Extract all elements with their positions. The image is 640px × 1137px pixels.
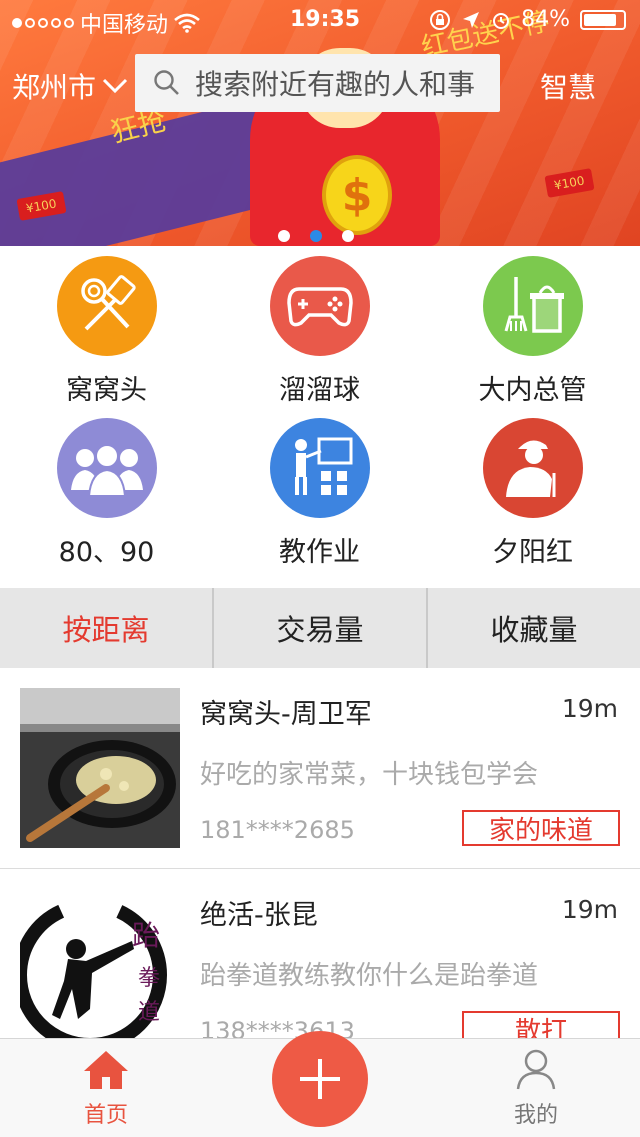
listing-title: 窝窝头-周卫军	[200, 699, 372, 730]
home-icon	[84, 1051, 128, 1089]
listing-tag[interactable]: 散打	[462, 1011, 620, 1038]
signal-icon	[12, 18, 74, 28]
tab-by-favorites[interactable]: 收藏量	[428, 588, 640, 668]
category-wowotou[interactable]: 窝窝头	[0, 256, 213, 407]
signal-dot	[38, 18, 48, 28]
category-label: 夕阳红	[492, 537, 573, 568]
category-circle	[56, 256, 157, 356]
svg-text:拳: 拳	[138, 966, 160, 991]
category-circle	[269, 418, 370, 518]
elder-icon	[505, 440, 555, 497]
listing-distance: 19m	[561, 895, 618, 924]
search-placeholder: 搜索附近有趣的人和事	[195, 68, 476, 101]
signal-dot	[51, 18, 61, 28]
banner-pagination	[278, 230, 354, 242]
alarm-icon	[493, 12, 510, 29]
status-left: 中国移动	[12, 7, 200, 39]
tab-home[interactable]: 首页	[70, 1049, 142, 1129]
category-80-90[interactable]: 80、90	[0, 418, 213, 569]
search-icon	[154, 70, 179, 95]
bottom-tab-bar: 首页 我的	[0, 1031, 640, 1137]
listing-description: 跆拳道教练教你什么是跆拳道	[200, 961, 539, 991]
battery-percent: 84%	[521, 7, 570, 32]
svg-text:道: 道	[138, 1000, 160, 1025]
smart-button[interactable]: 智慧	[540, 66, 596, 106]
tab-by-distance[interactable]: 按距离	[0, 588, 214, 668]
city-selector[interactable]: 郑州市	[12, 66, 128, 106]
category-label: 窝窝头	[66, 375, 147, 406]
status-right: 84%	[429, 7, 626, 32]
category-label: 溜溜球	[279, 375, 360, 406]
plus-icon	[300, 1059, 340, 1099]
pagination-dot[interactable]	[342, 230, 354, 242]
teacher-icon	[294, 437, 352, 495]
gamepad-icon	[286, 287, 353, 327]
search-bar[interactable]: 搜索附近有趣的人和事	[135, 54, 500, 112]
category-circle	[482, 256, 583, 356]
listing-list: 窝窝头-周卫军 19m 好吃的家常菜，十块钱包学会 181****2685 家的…	[0, 668, 640, 1038]
listing-distance: 19m	[561, 694, 618, 723]
listing-phone: 181****2685	[200, 816, 355, 844]
cooking-tools-icon	[80, 275, 136, 331]
wifi-icon	[174, 13, 200, 33]
chevron-down-icon	[102, 78, 128, 94]
status-time: 19:35	[290, 7, 361, 32]
carrier-label: 中国移动	[80, 13, 169, 38]
category-liuliuqiu[interactable]: 溜溜球	[213, 256, 426, 407]
listing-thumbnail: 跆 拳 道	[20, 889, 180, 1038]
category-label: 教作业	[279, 537, 360, 568]
category-jiao-zuoye[interactable]: 教作业	[213, 418, 426, 569]
tab-home-label: 首页	[83, 1103, 128, 1128]
battery-fill	[584, 13, 616, 26]
tab-me-label: 我的	[513, 1103, 558, 1128]
category-label: 80、90	[58, 537, 155, 568]
list-item[interactable]: 跆 拳 道 绝活-张昆 19m 跆拳道教练教你什么是跆拳道 138****361…	[0, 869, 640, 1038]
listing-title: 绝活-张昆	[200, 900, 318, 931]
signal-dot	[12, 18, 22, 28]
cleaning-icon	[504, 277, 564, 333]
category-circle	[482, 418, 583, 518]
category-circle	[56, 418, 157, 518]
listing-tag[interactable]: 家的味道	[462, 810, 620, 846]
tab-by-volume[interactable]: 交易量	[214, 588, 428, 668]
listing-description: 好吃的家常菜，十块钱包学会	[200, 760, 539, 790]
location-arrow-icon	[463, 11, 480, 28]
city-label: 郑州市	[12, 71, 97, 104]
people-group-icon	[70, 444, 143, 497]
taekwondo-logo: 跆 拳 道	[20, 889, 180, 1038]
listing-thumbnail	[20, 688, 180, 848]
category-circle	[269, 256, 370, 356]
status-bar: 中国移动 19:35 84%	[0, 0, 640, 40]
tab-me[interactable]: 我的	[500, 1049, 572, 1129]
pagination-dot[interactable]	[278, 230, 290, 242]
user-icon	[516, 1049, 556, 1090]
add-button[interactable]	[272, 1031, 368, 1127]
category-danei-zongguan[interactable]: 大内总管	[426, 256, 639, 407]
signal-dot	[64, 18, 74, 28]
category-label: 大内总管	[478, 375, 587, 406]
fried-rice-photo	[20, 688, 180, 848]
list-item[interactable]: 窝窝头-周卫军 19m 好吃的家常菜，十块钱包学会 181****2685 家的…	[0, 668, 640, 869]
category-grid: 窝窝头 溜溜球 大内总管 80、90 教作业 夕阳红	[0, 256, 640, 576]
svg-text:跆: 跆	[132, 919, 160, 952]
dollar-coin-icon: $	[322, 155, 392, 235]
rotation-lock-icon	[430, 9, 451, 30]
battery-icon	[580, 9, 626, 30]
sort-tabs: 按距离 交易量 收藏量	[0, 588, 640, 668]
category-xiyanghong[interactable]: 夕阳红	[426, 418, 639, 569]
pagination-dot[interactable]	[310, 230, 322, 242]
signal-dot	[25, 18, 35, 28]
